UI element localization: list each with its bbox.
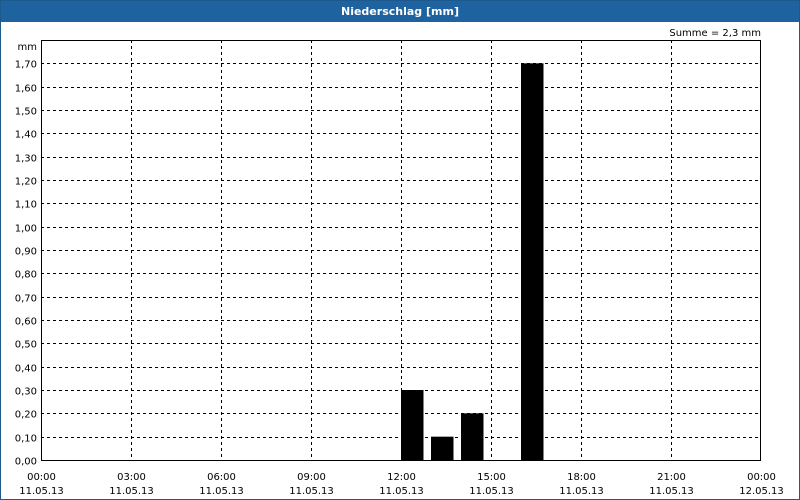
y-tick-labels: 0,00 0,10 0,20 0,30 0,40 0,50 0,60 0,70 0,80 0,90…: [15, 60, 37, 468]
x-tick-date: 11.05.13: [19, 486, 64, 497]
y-tick-label: 0,40: [15, 364, 37, 375]
y-tick-label: 1,30: [15, 154, 37, 165]
x-tick-date: 11.05.13: [379, 486, 424, 497]
precipitation-bar: [461, 413, 484, 460]
x-tick-labels: 00:00 11.05.13 03:00 11.05.13 06:00 11.05.13 0…: [19, 472, 784, 497]
precipitation-bar: [521, 63, 544, 460]
x-tick-time: 18:00: [567, 472, 596, 483]
y-tick-label: 0,10: [15, 434, 37, 445]
y-tick-label: 1,10: [15, 200, 37, 211]
sum-label: Summe = 2,3 mm: [669, 28, 761, 39]
x-tick-time: 03:00: [117, 472, 146, 483]
x-tick-time: 09:00: [297, 472, 326, 483]
bars: [401, 63, 544, 460]
x-tick-time: 15:00: [477, 472, 506, 483]
y-tick-label: 0,30: [15, 387, 37, 398]
x-tick-time: 00:00: [747, 472, 776, 483]
y-tick-label: 1,00: [15, 224, 37, 235]
x-tick-date: 11.05.13: [289, 486, 334, 497]
y-tick-label: 1,70: [15, 60, 37, 71]
y-tick-label: 1,60: [15, 84, 37, 95]
x-tick-date: 11.05.13: [109, 486, 154, 497]
y-tick-label: 0,60: [15, 317, 37, 328]
x-tick-date: 11.05.13: [469, 486, 514, 497]
x-tick-date: 11.05.13: [649, 486, 694, 497]
y-tick-label: 0,50: [15, 340, 37, 351]
y-tick-label: 1,40: [15, 130, 37, 141]
x-tick-time: 12:00: [387, 472, 416, 483]
y-axis-unit: mm: [18, 42, 37, 53]
y-tick-label: 1,50: [15, 107, 37, 118]
x-tick-date: 11.05.13: [199, 486, 244, 497]
precipitation-chart: Summe = 2,3 mm mm 0,000,100,200,300,400,…: [15, 28, 784, 497]
y-tick-label: 0,90: [15, 247, 37, 258]
precipitation-bar: [431, 436, 454, 460]
y-tick-label: 0,80: [15, 270, 37, 281]
x-tick-date: 12.05.13: [739, 486, 784, 497]
x-tick-time: 06:00: [207, 472, 236, 483]
precipitation-bar: [401, 390, 424, 460]
x-tick-time: 21:00: [657, 472, 686, 483]
y-tick-label: 0,00: [15, 457, 37, 468]
y-tick-label: 1,20: [15, 177, 37, 188]
y-tick-label: 0,20: [15, 410, 37, 421]
x-tick-date: 11.05.13: [559, 486, 604, 497]
y-tick-label: 0,70: [15, 294, 37, 305]
x-tick-time: 00:00: [27, 472, 56, 483]
